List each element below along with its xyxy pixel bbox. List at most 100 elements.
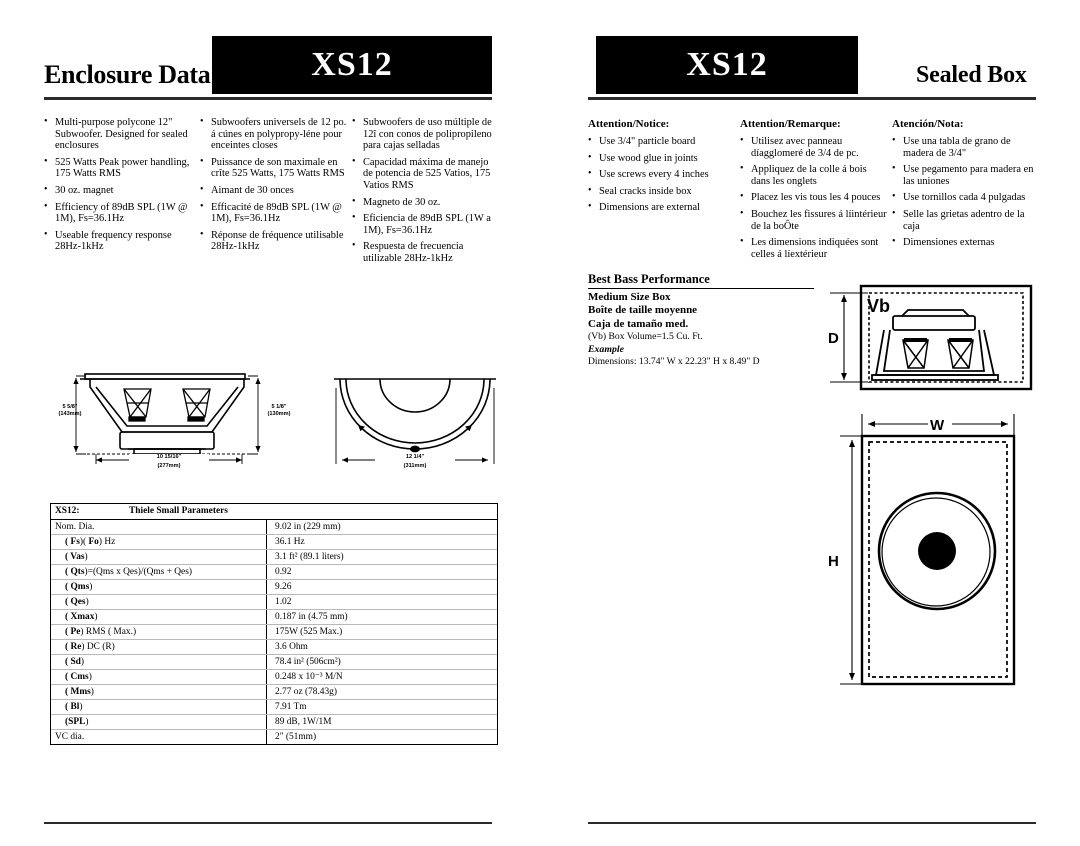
list-item: Magneto de 30 oz. <box>352 196 500 209</box>
param-symbol: ( Pe <box>65 626 81 637</box>
param-value: 0.248 x 10⁻³ M/N <box>266 669 497 685</box>
param-suffix: ) RMS ( Max.) <box>80 626 137 637</box>
list-item: Use pegamento para madera en las uniones <box>892 163 1040 187</box>
left-page-title: Enclosure Data <box>44 60 211 89</box>
list-item: Puissance de son maximale en crîte 525 W… <box>200 156 348 180</box>
table-row: ( Pe) RMS ( Max.) 175W (525 Max.) <box>51 624 497 640</box>
list-item: Dimensions are external <box>588 201 736 214</box>
param-label: Nom. Dia. <box>51 519 267 535</box>
param-suffix: ) <box>79 701 83 712</box>
list-item: Useable frequency response 28Hz-1kHz <box>44 229 194 253</box>
thiele-small-parameters-table: XS12: Thiele Small Parameters Nom. Dia. 9… <box>50 503 498 745</box>
table-row: Nom. Dia. 9.02 in (229 mm) <box>51 519 497 535</box>
list-item: Aimant de 30 onces <box>200 184 348 197</box>
param-value: 3.1 ft² (89.1 liters) <box>266 549 497 565</box>
table-header-row: XS12: Thiele Small Parameters <box>51 504 497 520</box>
list-item: Placez les vis tous les 4 pouces <box>740 191 888 204</box>
front-bottom-dimension: 12 1/4" <box>405 454 425 460</box>
param-symbol: ( Xmax <box>65 611 95 622</box>
param-suffix: ) Hz <box>98 536 116 547</box>
list-item: Réponse de fréquence utilisable 28Hz-1kH… <box>200 229 348 253</box>
speaker-side-view-drawing: 5 5/8" (143mm) 5 1/8" (130mm) 10 15/16" … <box>52 368 300 476</box>
param-value: 2.77 oz (78.43g) <box>266 684 497 700</box>
param-symbol: ( Qms <box>65 581 90 592</box>
param-value: 1.02 <box>266 594 497 610</box>
param-label: ( Sd) <box>51 654 267 670</box>
best-bass-title: Best Bass Performance <box>588 272 814 289</box>
param-symbol: ( Fs <box>65 536 80 547</box>
param-value: 9.02 in (229 mm) <box>266 519 497 535</box>
feature-list-es: Subwoofers de uso múltiple de 12î con co… <box>352 116 500 265</box>
param-symbol: ( Vas <box>65 551 85 562</box>
table-header-model-label: XS12: <box>55 505 80 516</box>
list-item: Multi-purpose polycone 12" Subwoofer. De… <box>44 116 194 152</box>
side-left-dimension: 5 5/8" <box>62 404 78 410</box>
param-value: 3.6 Ohm <box>266 639 497 655</box>
box-front-diagram: W H <box>810 408 1038 708</box>
param-label: ( Xmax) <box>51 609 267 625</box>
side-left-dimension-metric: (143mm) <box>58 411 82 417</box>
list-item: Use screws every 4 inches <box>588 168 736 181</box>
datasheet-page: Enclosure Data XS12 Multi-purpose polyco… <box>0 0 1080 846</box>
list-item: Efficiency of 89dB SPL (1W @ 1M), Fs=36.… <box>44 201 194 225</box>
param-value: 0.92 <box>266 564 497 580</box>
list-item: Les dimensions indiquées sont celles á l… <box>740 236 888 260</box>
box-size-en: Medium Size Box <box>588 291 671 303</box>
table-row: VC dia. 2" (51mm) <box>51 729 497 744</box>
table-row: ( Sd) 78.4 in² (506cm²) <box>51 654 497 670</box>
list-item: Selle las grietas adentro de la caja <box>892 208 1040 232</box>
param-label: ( Pe) RMS ( Max.) <box>51 624 267 640</box>
side-right-dimension-metric: (130mm) <box>267 411 291 417</box>
table-row: ( Cms) 0.248 x 10⁻³ M/N <box>51 669 497 685</box>
param-label: ( Qms) <box>51 579 267 595</box>
box-size-fr: Boîte de taille moyenne <box>588 304 698 317</box>
param-suffix: ) <box>85 596 89 607</box>
list-item: Use 3/4" particle board <box>588 135 736 148</box>
param-value: 89 dB, 1W/1M <box>266 714 497 730</box>
list-item: Subwoofers universels de 12 po. á cúnes … <box>200 116 348 152</box>
notice-heading-fr: Attention/Remarque: <box>740 118 841 130</box>
list-item: Utilisez avec panneau díagglomeré de 3/4… <box>740 135 888 159</box>
list-item: Respuesta de frecuencia utilizable 28Hz-… <box>352 240 500 264</box>
param-suffix: ) <box>84 551 88 562</box>
speaker-front-view-drawing: 12 1/4" (311mm) <box>322 368 508 476</box>
table-row: (SPL) 89 dB, 1W/1M <box>51 714 497 730</box>
table-row: ( Bl) 7.91 Tm <box>51 699 497 715</box>
param-symbol: (SPL <box>65 716 86 727</box>
param-suffix: ) <box>85 716 89 727</box>
left-header-rule <box>44 97 492 100</box>
features-column-french: Subwoofers universels de 12 po. á cúnes … <box>200 116 348 258</box>
left-footer-rule <box>44 822 492 824</box>
list-item: Use wood glue in joints <box>588 152 736 165</box>
features-column-spanish: Subwoofers de uso múltiple de 12î con co… <box>352 116 500 270</box>
list-item: Subwoofers de uso múltiple de 12î con co… <box>352 116 500 152</box>
table-row: ( Qms) 9.26 <box>51 579 497 595</box>
param-symbol: ( Mms <box>65 686 91 697</box>
box-cutaway-diagram: Vb D <box>824 283 1034 395</box>
list-item: Dimensiones externas <box>892 236 1040 249</box>
param-label: (SPL) <box>51 714 267 730</box>
right-header-rule <box>588 97 1036 100</box>
param-value: 175W (525 Max.) <box>266 624 497 640</box>
list-item: Efficacité de 89dB SPL (1W @ 1M), Fs=36.… <box>200 201 348 225</box>
depth-label-text: D <box>828 330 839 347</box>
list-item: Capacidad máxima de manejo de potencia d… <box>352 156 500 192</box>
notice-list-es: Use una tabla de grano de madera de 3/4"… <box>892 135 1040 249</box>
table-header-title: Thiele Small Parameters <box>129 505 228 516</box>
table-header-model: XS12: Thiele Small Parameters <box>51 504 267 520</box>
param-symbol: ( Qts <box>65 566 85 577</box>
side-right-dimension: 5 1/8" <box>271 404 287 410</box>
list-item: Bouchez les fissures á líintérieur de la… <box>740 208 888 232</box>
param-value: 78.4 in² (506cm²) <box>266 654 497 670</box>
box-cutaway-svg: Vb D <box>828 284 1033 391</box>
param-symbol: ( Cms <box>65 671 89 682</box>
param-label: ( Mms) <box>51 684 267 700</box>
box-size-es: Caja de tamaño med. <box>588 317 689 330</box>
feature-list-en: Multi-purpose polycone 12" Subwoofer. De… <box>44 116 194 253</box>
param-label: ( Cms) <box>51 669 267 685</box>
param-label: ( Bl) <box>51 699 267 715</box>
param-symbol: ( Sd <box>65 656 81 667</box>
width-label-text: W <box>930 417 945 434</box>
param-value: 0.187 in (4.75 mm) <box>266 609 497 625</box>
table-header-spacer <box>266 504 497 520</box>
